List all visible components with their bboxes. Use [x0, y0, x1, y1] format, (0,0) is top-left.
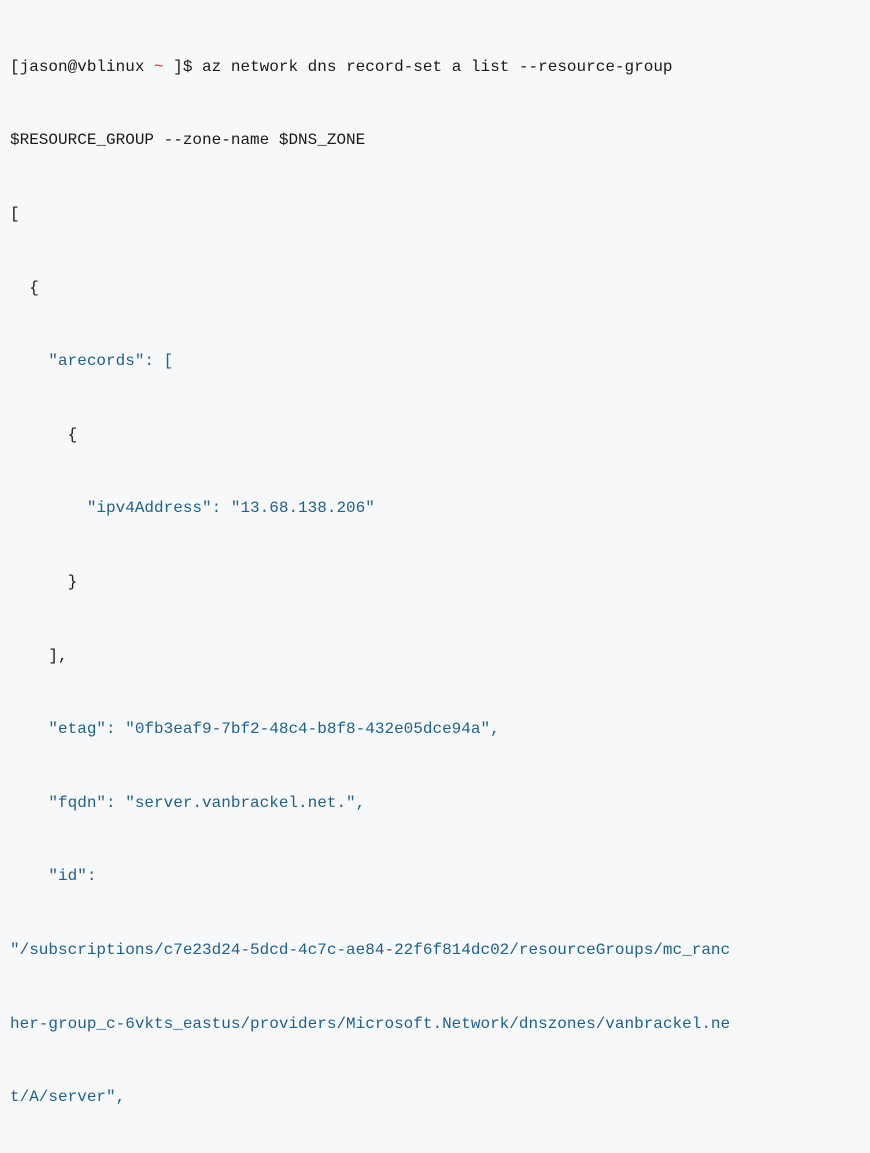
json-array-close: ], [10, 638, 860, 675]
json-fqdn-line: "fqdn": "server.vanbrackel.net.", [10, 785, 860, 822]
json-etag-line: "etag": "0fb3eaf9-7bf2-48c4-b8f8-432e05d… [10, 711, 860, 748]
prompt-bracket-close: ]$ [173, 58, 192, 76]
json-inner-close: } [10, 564, 860, 601]
prompt-userhost: jason@vblinux [20, 58, 145, 76]
command-text-2: $RESOURCE_GROUP --zone-name $DNS_ZONE [10, 122, 860, 159]
json-id-value-3: t/A/server", [10, 1079, 860, 1116]
prompt-tilde: ~ [144, 58, 173, 76]
json-open-object: { [10, 270, 860, 307]
json-arecords-key: "arecords": [ [10, 343, 860, 380]
json-inner-open: { [10, 417, 860, 454]
json-ipv4-line: "ipv4Address": "13.68.138.206" [10, 490, 860, 527]
terminal-output: [jason@vblinux ~ ]$ az network dns recor… [10, 12, 860, 1153]
command-text-1: az network dns record-set a list --resou… [192, 58, 672, 76]
prompt-line-1: [jason@vblinux ~ ]$ az network dns recor… [10, 49, 860, 86]
json-id-value-1: "/subscriptions/c7e23d24-5dcd-4c7c-ae84-… [10, 932, 860, 969]
json-id-value-2: her-group_c-6vkts_eastus/providers/Micro… [10, 1006, 860, 1043]
prompt-bracket-open: [ [10, 58, 20, 76]
json-id-key: "id": [10, 858, 860, 895]
json-open-array: [ [10, 196, 860, 233]
